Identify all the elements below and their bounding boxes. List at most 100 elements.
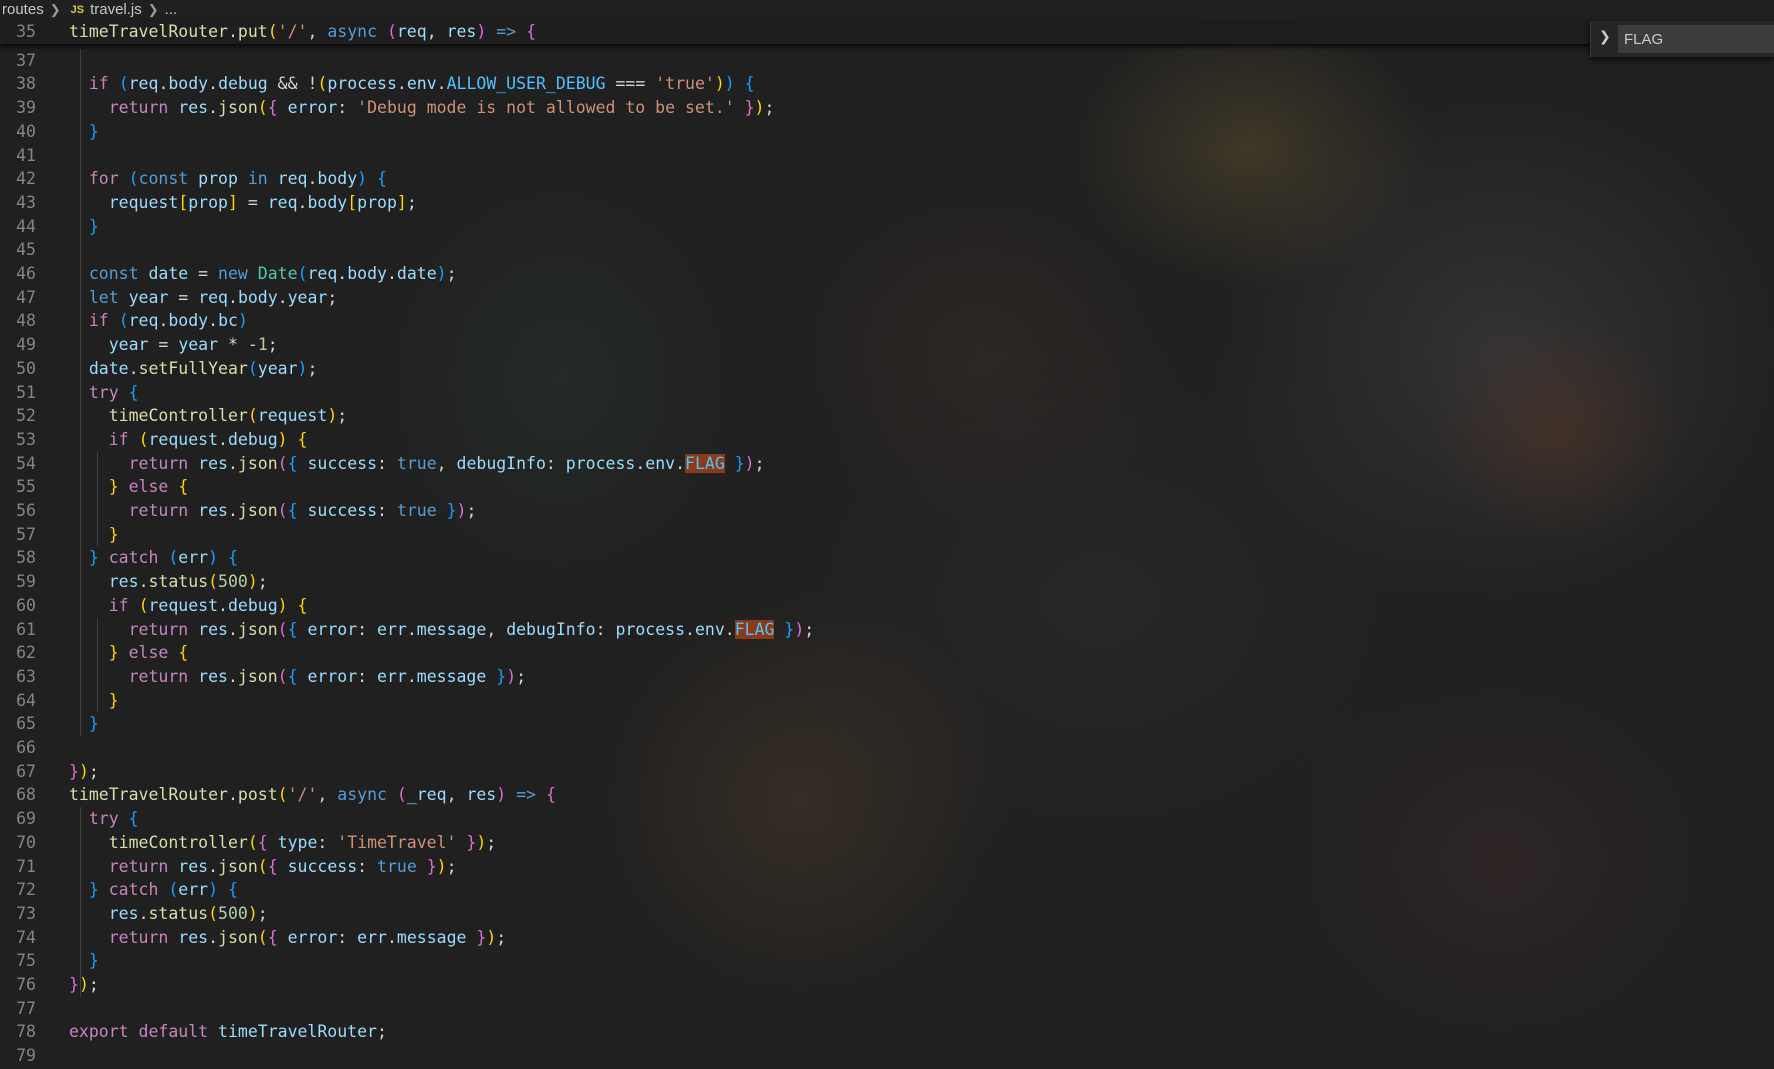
line-number: 74 [16, 927, 36, 947]
indent-guide [97, 451, 98, 547]
code-line[interactable]: 50 date.setFullYear(year); [0, 357, 1600, 381]
code-line[interactable]: 55 } else { [0, 475, 1600, 499]
line-number: 60 [16, 595, 36, 615]
code-line[interactable]: 73 res.status(500); [0, 902, 1600, 926]
code-line[interactable]: 63 return res.json({ error: err.message … [0, 665, 1600, 689]
code-line[interactable]: 75 } [0, 949, 1600, 973]
code-line[interactable]: 78 export default timeTravelRouter; [0, 1020, 1600, 1044]
breadcrumb-symbols[interactable]: ... [165, 2, 178, 18]
line-number: 69 [16, 809, 36, 829]
find-widget: ❯ [1590, 21, 1774, 57]
code-text: return res.json({ error: err.message }); [128, 666, 527, 686]
code-line[interactable]: 65 } [0, 712, 1600, 736]
code-line[interactable]: 72 } catch (err) { [0, 878, 1600, 902]
code-line[interactable]: 57 } [0, 523, 1600, 547]
indent-guide [97, 617, 98, 713]
code-line[interactable]: 49 year = year * -1; [0, 333, 1600, 357]
code-line[interactable]: 44 } [0, 215, 1600, 239]
line-number: 63 [16, 666, 36, 686]
line-number: 42 [16, 169, 36, 189]
code-text: } [88, 216, 99, 236]
line-number: 71 [16, 856, 36, 876]
code-line[interactable]: 61 return res.json({ error: err.message,… [0, 618, 1600, 642]
code-line[interactable]: 41 [0, 144, 1600, 168]
code-text: if (request.debug) { [108, 429, 308, 449]
code-text: timeController({ type: 'TimeTravel' }); [108, 832, 497, 852]
code-line[interactable]: 56 return res.json({ success: true }); [0, 499, 1600, 523]
code-text: }); [69, 975, 99, 994]
code-text: export default timeTravelRouter; [69, 1022, 387, 1042]
code-line[interactable]: 74 return res.json({ error: err.message … [0, 926, 1600, 950]
line-number: 56 [16, 501, 36, 520]
code-line[interactable]: 76}); [0, 973, 1600, 997]
code-text: } catch (err) { [88, 880, 238, 900]
line-number: 61 [16, 619, 36, 639]
sticky-scroll-header[interactable]: 35 timeTravelRouter.put('/', async (req, … [0, 20, 1600, 44]
code-text: timeTravelRouter.put('/', async (req, re… [69, 22, 536, 41]
code-text: return res.json({ success: true }); [128, 501, 477, 520]
code-line[interactable]: 45 [0, 238, 1600, 262]
code-line[interactable]: 53 if (request.debug) { [0, 428, 1600, 452]
code-line[interactable]: 38 if (req.body.debug && !(process.env.A… [0, 72, 1600, 96]
code-line[interactable]: 54 return res.json({ success: true, debu… [0, 452, 1600, 476]
toggle-replace-chevron-icon[interactable]: ❯ [1599, 29, 1611, 45]
code-line[interactable]: 51 try { [0, 381, 1600, 405]
line-number: 70 [16, 832, 36, 852]
line-number: 39 [16, 98, 36, 118]
line-number: 47 [16, 287, 36, 307]
code-line[interactable]: 77 [0, 997, 1600, 1021]
search-match-highlight: FLAG [685, 453, 725, 473]
code-line[interactable]: 66 [0, 736, 1600, 760]
code-text: } [88, 121, 99, 141]
code-line[interactable]: 59 res.status(500); [0, 570, 1600, 594]
line-number: 64 [16, 690, 36, 710]
code-text: for (const prop in req.body) { [88, 169, 387, 189]
line-number: 72 [16, 880, 36, 900]
line-number: 62 [16, 643, 36, 663]
code-line[interactable]: 37 [0, 49, 1600, 73]
code-line[interactable]: 52 timeController(request); [0, 404, 1600, 428]
code-line[interactable]: 71 return res.json({ success: true }); [0, 855, 1600, 879]
line-number: 49 [16, 335, 36, 355]
code-line[interactable]: 58 } catch (err) { [0, 546, 1600, 570]
code-line[interactable]: 69 try { [0, 807, 1600, 831]
code-line[interactable]: 60 if (request.debug) { [0, 594, 1600, 618]
code-line[interactable]: 48 if (req.body.bc) [0, 309, 1600, 333]
code-text: return res.json({ success: true, debugIn… [128, 453, 765, 473]
code-text: }); [69, 761, 99, 781]
breadcrumb-file[interactable]: travel.js [90, 2, 142, 18]
line-number: 46 [16, 264, 36, 283]
code-text: if (req.body.debug && !(process.env.ALLO… [88, 74, 755, 94]
code-line[interactable]: 79 [0, 1044, 1600, 1068]
code-text: return res.json({ success: true }); [108, 856, 457, 876]
line-number: 76 [16, 975, 36, 994]
code-line[interactable]: 67}); [0, 760, 1600, 784]
code-line[interactable]: 43 request[prop] = req.body[prop]; [0, 191, 1600, 215]
code-text: if (req.body.bc) [88, 311, 248, 331]
code-text: return res.json({ error: err.message, de… [128, 619, 815, 639]
line-number: 35 [16, 22, 36, 41]
code-text: } [88, 951, 99, 971]
code-line[interactable]: 47 let year = req.body.year; [0, 286, 1600, 310]
sticky-code-line[interactable]: 35 timeTravelRouter.put('/', async (req, … [0, 20, 1600, 44]
code-line[interactable]: 64 } [0, 689, 1600, 713]
code-text: return res.json({ error: err.message }); [108, 927, 507, 947]
javascript-file-icon: JS [70, 4, 85, 16]
line-number: 53 [16, 429, 36, 449]
code-line[interactable]: 70 timeController({ type: 'TimeTravel' }… [0, 831, 1600, 855]
chevron-right-icon: ❯ [147, 2, 159, 17]
line-number: 77 [16, 998, 36, 1018]
code-text: if (request.debug) { [108, 595, 308, 615]
find-input[interactable] [1618, 25, 1774, 53]
line-number: 50 [16, 358, 36, 378]
code-line[interactable]: 42 for (const prop in req.body) { [0, 167, 1600, 191]
code-text: } else { [108, 643, 189, 663]
code-line[interactable]: 40 } [0, 120, 1600, 144]
line-number: 66 [16, 738, 36, 757]
code-line[interactable]: 68 timeTravelRouter.post('/', async (_req… [0, 783, 1600, 807]
code-text: timeController(request); [108, 406, 348, 426]
code-line[interactable]: 39 return res.json({ error: 'Debug mode … [0, 96, 1600, 120]
code-line[interactable]: 62 } else { [0, 641, 1600, 665]
code-line[interactable]: 46 const date = new Date(req.body.date); [0, 262, 1600, 286]
breadcrumb-folder[interactable]: routes [2, 2, 44, 18]
